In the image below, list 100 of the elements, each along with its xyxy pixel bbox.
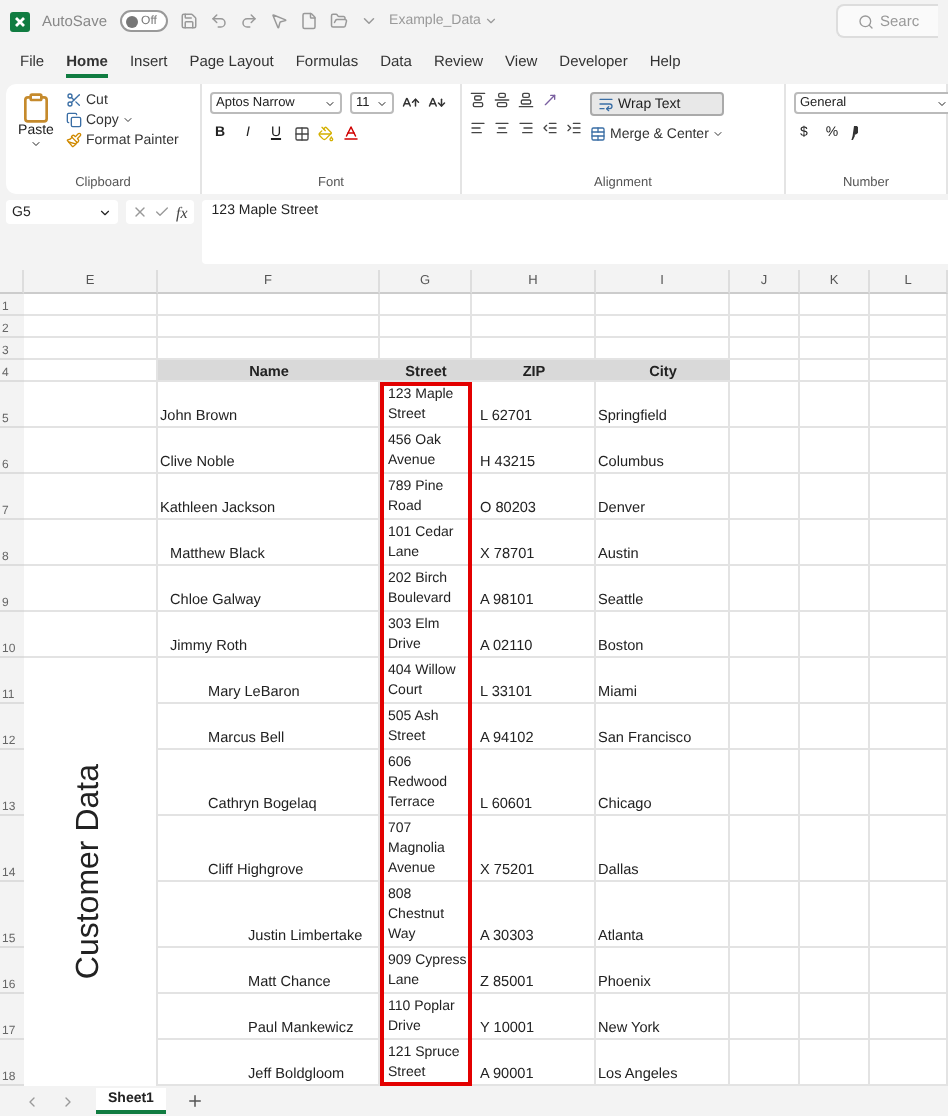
grid-cell[interactable] <box>800 704 870 750</box>
grid-cell[interactable] <box>730 520 800 566</box>
grid-cell[interactable] <box>870 816 948 882</box>
comma-style-icon[interactable] <box>850 126 858 140</box>
grid-cell[interactable] <box>24 520 158 566</box>
customize-icon[interactable] <box>359 12 378 30</box>
grid-cell[interactable] <box>730 566 800 612</box>
grid-cell[interactable] <box>870 882 948 948</box>
grid-cell[interactable] <box>800 474 870 520</box>
grid-cell[interactable] <box>870 428 948 474</box>
next-sheet-icon[interactable] <box>60 1093 76 1109</box>
align-left-icon[interactable] <box>470 120 486 136</box>
grid-cell[interactable] <box>800 294 870 316</box>
grid-cell[interactable] <box>730 658 800 704</box>
grid-cell[interactable] <box>800 882 870 948</box>
increase-font-icon[interactable] <box>402 94 420 112</box>
grid-cell[interactable] <box>870 658 948 704</box>
decrease-indent-icon[interactable] <box>542 120 558 136</box>
caret-icon[interactable] <box>98 205 112 219</box>
grid-cell[interactable] <box>800 948 870 994</box>
borders-icon[interactable] <box>294 125 310 141</box>
grid-cell[interactable] <box>730 882 800 948</box>
grid-cell[interactable] <box>870 474 948 520</box>
sheet-label: Customer Data <box>72 764 108 980</box>
grid-cell[interactable] <box>870 948 948 994</box>
enter-icon[interactable] <box>154 204 170 220</box>
grid-cell[interactable] <box>730 294 800 316</box>
grid-cell[interactable] <box>596 316 730 338</box>
grid-cell[interactable] <box>380 294 472 316</box>
grid-cell[interactable] <box>24 474 158 520</box>
grid-cell[interactable] <box>24 428 158 474</box>
grid-cell[interactable] <box>596 294 730 316</box>
grid-cell[interactable] <box>870 612 948 658</box>
grid-cell[interactable] <box>800 994 870 1040</box>
new-file-icon[interactable] <box>299 12 318 30</box>
grid-cell[interactable] <box>472 316 596 338</box>
merge-cells-icon <box>590 126 606 142</box>
grid-cell[interactable] <box>870 704 948 750</box>
grid-cell[interactable] <box>472 294 596 316</box>
align-bottom-icon[interactable] <box>518 92 534 108</box>
insert-function-button[interactable]: fx <box>176 203 188 221</box>
grid-cell[interactable] <box>800 750 870 816</box>
pointer-icon[interactable] <box>269 12 288 30</box>
select-all-corner[interactable] <box>0 270 24 294</box>
grid-cell[interactable] <box>800 338 870 360</box>
grid-cell[interactable] <box>730 474 800 520</box>
redo-icon[interactable] <box>239 12 258 30</box>
grid-cell[interactable] <box>730 994 800 1040</box>
increase-indent-icon[interactable] <box>566 120 582 136</box>
grid-cell[interactable] <box>800 612 870 658</box>
grid-cell[interactable] <box>730 612 800 658</box>
grid-cell[interactable] <box>24 566 158 612</box>
grid-cell[interactable] <box>800 816 870 882</box>
grid-cell[interactable] <box>870 994 948 1040</box>
grid-cell[interactable] <box>730 316 800 338</box>
align-top-icon[interactable] <box>470 92 486 108</box>
grid-cell[interactable] <box>24 294 158 316</box>
grid-cell[interactable] <box>870 750 948 816</box>
grid-cell[interactable] <box>800 360 870 382</box>
grid-cell[interactable] <box>800 658 870 704</box>
grid-cell[interactable] <box>730 338 800 360</box>
grid-cell[interactable] <box>800 316 870 338</box>
grid-cell[interactable] <box>870 382 948 428</box>
grid-cell[interactable] <box>730 382 800 428</box>
open-folder-icon[interactable] <box>329 12 348 30</box>
grid-cell[interactable] <box>730 816 800 882</box>
align-center-icon[interactable] <box>494 120 510 136</box>
grid-cell[interactable] <box>870 316 948 338</box>
grid-cell[interactable] <box>24 316 158 338</box>
grid-cell[interactable] <box>380 316 472 338</box>
scissors-icon <box>66 92 82 108</box>
grid-cell[interactable] <box>730 750 800 816</box>
save-icon[interactable] <box>179 12 198 30</box>
grid-cell[interactable] <box>870 294 948 316</box>
grid-cell[interactable] <box>800 428 870 474</box>
grid-cell[interactable] <box>730 428 800 474</box>
grid-cell[interactable] <box>158 294 380 316</box>
grid-cell[interactable] <box>730 948 800 994</box>
grid-cell[interactable] <box>870 360 948 382</box>
grid-cell[interactable] <box>870 520 948 566</box>
align-middle-icon[interactable] <box>494 92 510 108</box>
align-right-icon[interactable] <box>518 120 534 136</box>
grid-cell[interactable] <box>870 566 948 612</box>
add-sheet-icon[interactable] <box>185 1092 204 1110</box>
orientation-icon[interactable] <box>542 92 558 108</box>
grid-cell[interactable] <box>730 704 800 750</box>
grid-cell[interactable] <box>24 338 158 360</box>
undo-icon[interactable] <box>209 12 228 30</box>
grid-cell[interactable] <box>800 520 870 566</box>
decrease-font-icon[interactable] <box>428 94 446 112</box>
cancel-icon[interactable] <box>132 204 148 220</box>
grid-cell[interactable] <box>158 316 380 338</box>
fill-color-icon[interactable] <box>318 125 334 141</box>
grid-cell[interactable] <box>800 382 870 428</box>
previous-sheet-icon[interactable] <box>24 1093 40 1109</box>
wrap-text-icon <box>598 96 614 112</box>
grid-cell[interactable] <box>800 566 870 612</box>
font-color-icon[interactable] <box>342 124 360 142</box>
grid-cell[interactable] <box>870 338 948 360</box>
grid-cell[interactable] <box>24 382 158 428</box>
